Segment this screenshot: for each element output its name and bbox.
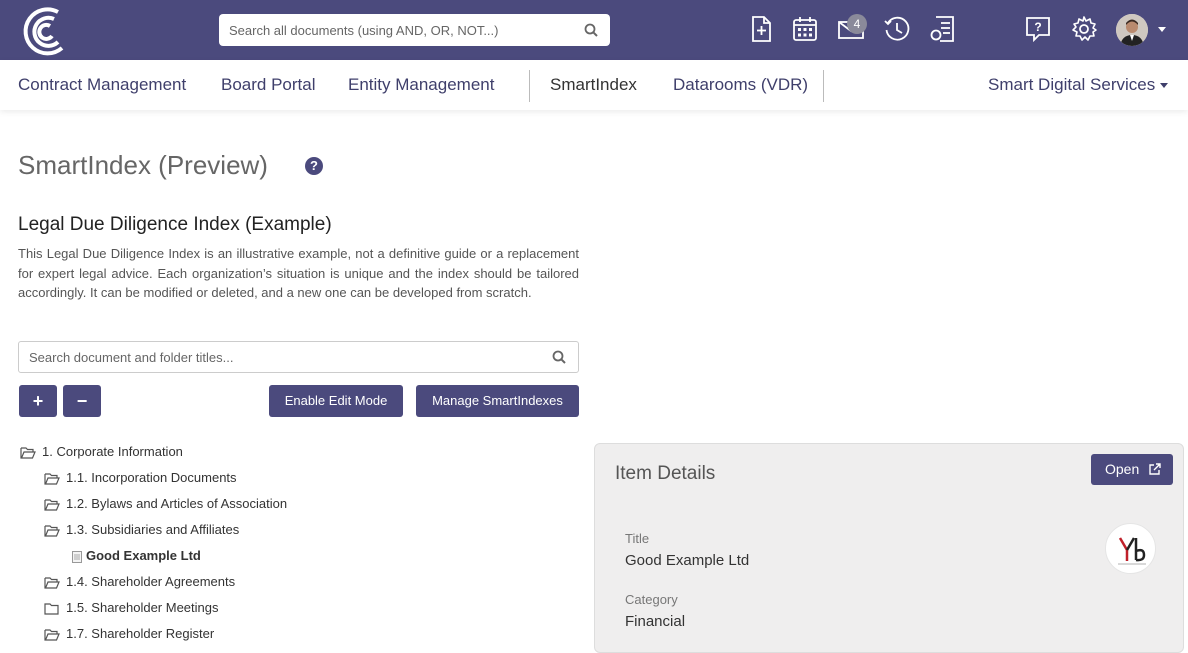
document-icon [72,550,82,563]
tree-folder[interactable]: 1.3. Subsidiaries and Affiliates [44,520,239,540]
nav-contract-management[interactable]: Contract Management [18,75,186,95]
svg-text:?: ? [1034,20,1041,34]
tree-label: 1.1. Incorporation Documents [66,470,237,485]
search-icon[interactable] [552,350,566,364]
nav-board-portal[interactable]: Board Portal [221,75,316,95]
folder-open-icon [44,576,60,589]
tree-label: 1.5. Shareholder Meetings [66,600,219,615]
folder-open-icon [44,628,60,641]
user-avatar[interactable] [1116,14,1148,46]
help-icon[interactable]: ? [305,157,323,175]
calendar-icon[interactable] [790,14,820,44]
tree-folder[interactable]: 1.2. Bylaws and Articles of Association [44,494,287,514]
settings-icon[interactable] [1069,14,1099,44]
open-button-label: Open [1105,461,1140,477]
entity-logo [1105,523,1156,574]
folder-icon [44,602,59,615]
title-value: Good Example Ltd [625,552,750,569]
item-details-panel: Item Details Open Title Good Example Ltd… [594,443,1184,653]
org-menu-caret-icon[interactable] [1160,83,1168,88]
tree-folder[interactable]: 1.5. Shareholder Meetings [44,598,218,618]
nav-entity-management[interactable]: Entity Management [348,75,494,95]
global-search-input[interactable] [219,14,559,46]
help-chat-icon[interactable]: ? [1023,14,1053,44]
history-icon[interactable] [882,14,912,44]
tree-label: 1.7. Shareholder Register [66,626,215,641]
nav-divider [823,70,824,102]
folder-open-icon [44,498,60,511]
nav-divider [529,70,530,102]
global-search [219,14,610,46]
tree-label: 1.3. Subsidiaries and Affiliates [66,522,240,537]
tree-label: 1.2. Bylaws and Articles of Association [66,496,288,511]
tree-document[interactable]: Good Example Ltd [72,546,201,566]
mail-count-badge: 4 [847,14,867,34]
folder-open-icon [44,524,60,537]
title-label: Title [625,531,650,546]
tree-search [18,341,579,373]
app-logo[interactable] [18,4,68,56]
item-details-heading: Item Details [615,463,716,484]
tree-folder[interactable]: 1.1. Incorporation Documents [44,468,237,488]
category-value: Financial [625,613,686,630]
enable-edit-mode-button[interactable]: Enable Edit Mode [269,385,403,417]
tree-folder[interactable]: 1. Corporate Information [20,442,183,462]
nav-smartindex[interactable]: SmartIndex [550,75,637,95]
module-nav: Contract Management Board Portal Entity … [0,60,1188,110]
tree-search-input[interactable] [19,342,519,372]
tree-label: 1.4. Shareholder Agreements [66,574,236,589]
folder-open-icon [20,446,36,459]
search-icon[interactable] [584,23,598,37]
index-description: This Legal Due Diligence Index is an ill… [18,246,579,300]
tree-label: 1. Corporate Information [42,444,183,459]
index-title: Legal Due Diligence Index (Example) [18,214,332,235]
folder-open-icon [44,472,60,485]
report-icon[interactable] [928,14,958,44]
collapse-all-button[interactable]: − [63,385,101,417]
category-label: Category [625,592,678,607]
user-menu-caret-icon[interactable] [1158,27,1166,32]
nav-datarooms[interactable]: Datarooms (VDR) [673,75,808,95]
page-title: SmartIndex (Preview) [18,150,268,180]
manage-smartindexes-button[interactable]: Manage SmartIndexes [416,385,579,417]
tree-label: Good Example Ltd [86,548,201,563]
expand-all-button[interactable]: + [19,385,57,417]
tree-folder[interactable]: 1.4. Shareholder Agreements [44,572,235,592]
org-menu[interactable]: Smart Digital Services [988,75,1155,95]
external-link-icon [1149,463,1161,475]
top-bar: 4 ? [0,0,1188,60]
open-button[interactable]: Open [1091,454,1173,485]
tree-folder[interactable]: 1.7. Shareholder Register [44,624,214,644]
new-document-icon[interactable] [746,14,776,44]
